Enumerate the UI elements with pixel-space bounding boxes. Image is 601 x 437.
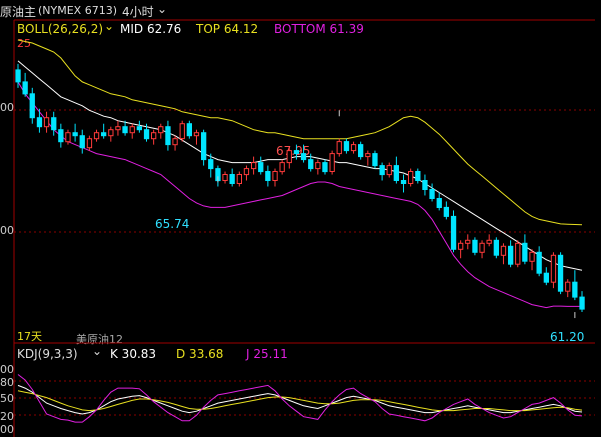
candle-down — [22, 81, 28, 95]
candle-up — [279, 162, 285, 173]
candle-down — [522, 242, 528, 262]
candle-up — [408, 171, 414, 184]
candle-down — [372, 153, 378, 167]
boll-mid-line — [17, 60, 583, 271]
candle-up — [515, 242, 521, 265]
candle-up — [193, 132, 200, 137]
candle-down — [258, 162, 264, 173]
candle-down — [143, 129, 150, 140]
candle-up — [500, 245, 507, 256]
candle-up — [236, 174, 242, 184]
candle-down — [79, 135, 85, 149]
candle-down — [400, 180, 407, 184]
candle-down — [51, 117, 57, 131]
candle-down — [443, 206, 450, 217]
candle-up — [286, 150, 292, 164]
candle-up — [386, 165, 392, 176]
candle-down — [29, 93, 35, 119]
candle-up — [108, 129, 114, 137]
candle-down — [393, 165, 400, 182]
candle-down — [343, 141, 350, 152]
candle-up — [115, 126, 121, 131]
candle-down — [322, 162, 328, 173]
candle-up — [365, 153, 371, 158]
candle-up — [243, 168, 250, 176]
candle-up — [479, 242, 485, 253]
candle-down — [579, 296, 585, 310]
candle-down — [472, 239, 478, 253]
candle-up — [93, 132, 100, 140]
candle-up — [222, 174, 228, 181]
candle-down — [72, 132, 78, 137]
candle-down — [186, 123, 192, 137]
candle-up — [151, 132, 157, 140]
candle-up — [129, 126, 135, 134]
candle-down — [436, 198, 442, 208]
candle-down — [422, 180, 428, 190]
candle-up — [329, 153, 335, 173]
candle-down — [415, 171, 421, 181]
candle-down — [58, 129, 64, 143]
candle-down — [229, 174, 235, 184]
candle-down — [36, 117, 43, 128]
candle-down — [557, 254, 564, 292]
candle-up — [86, 138, 93, 149]
kdj-d-line — [17, 390, 583, 412]
candle-up — [65, 132, 71, 143]
candle-down — [508, 245, 514, 265]
candle-down — [572, 281, 578, 298]
candle-up — [179, 123, 185, 140]
candle-up — [529, 251, 535, 262]
candle-up — [458, 242, 464, 250]
candle-down — [15, 69, 21, 83]
candle-up — [251, 162, 257, 170]
candle-down — [101, 132, 107, 137]
candle-down — [136, 126, 142, 131]
candle-down — [308, 159, 314, 170]
candle-up — [565, 281, 571, 292]
candle-down — [208, 159, 214, 170]
candle-down — [293, 150, 300, 155]
candle-down — [300, 153, 307, 161]
candle-down — [536, 251, 542, 274]
candle-down — [493, 239, 500, 256]
candle-up — [43, 117, 50, 128]
candle-up — [315, 162, 321, 170]
candle-up — [172, 138, 178, 146]
price-chart[interactable] — [0, 0, 601, 437]
candle-down — [358, 144, 364, 158]
candle-down — [450, 215, 457, 250]
candle-up — [158, 126, 164, 134]
candle-down — [379, 165, 385, 176]
candle-up — [550, 254, 557, 283]
candle-up — [336, 141, 342, 155]
candle-up — [486, 239, 492, 244]
candle-up — [272, 171, 278, 181]
candle-down — [122, 126, 128, 134]
candle-down — [543, 272, 550, 283]
candle-down — [165, 126, 171, 146]
candle-down — [201, 132, 207, 161]
candle-down — [265, 171, 271, 181]
candle-up — [350, 144, 357, 152]
candle-down — [429, 189, 435, 199]
candle-up — [465, 239, 471, 244]
